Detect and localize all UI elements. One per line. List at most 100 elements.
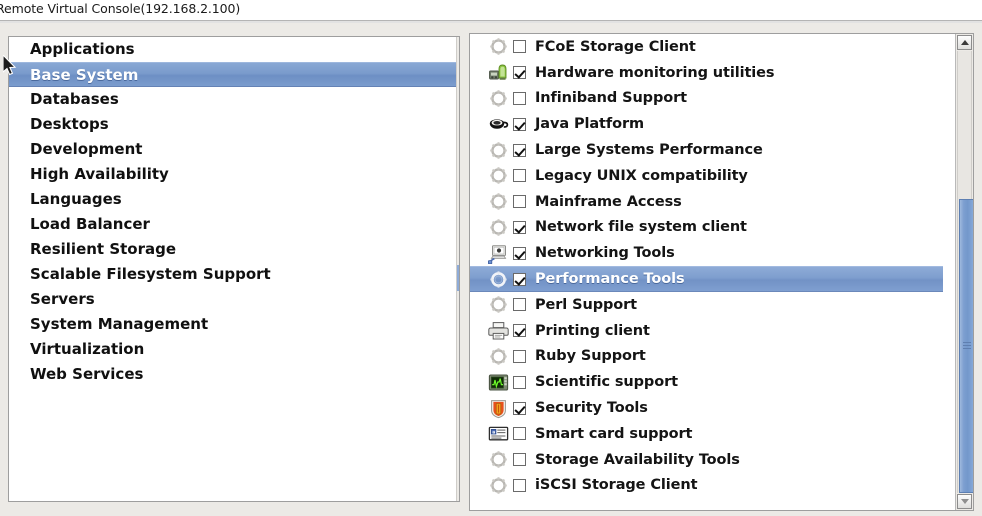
package-label: Legacy UNIX compatibility xyxy=(535,168,748,184)
package-label: Large Systems Performance xyxy=(535,142,763,158)
gear-icon xyxy=(488,449,509,470)
package-row[interactable]: Mainframe Access xyxy=(470,189,943,215)
package-scrollbar[interactable] xyxy=(955,34,973,510)
category-panel: Applications Base System Databases Desktops… xyxy=(8,36,460,502)
category-row[interactable]: Web Services xyxy=(9,362,459,387)
category-label: Web Services xyxy=(30,365,143,383)
category-row[interactable]: Servers xyxy=(9,287,459,312)
package-label: Smart card support xyxy=(535,426,692,442)
package-checkbox[interactable] xyxy=(513,195,526,208)
package-label: Storage Availability Tools xyxy=(535,452,740,468)
package-row[interactable]: a Smart card support xyxy=(470,421,943,447)
package-checkbox[interactable] xyxy=(513,479,526,492)
package-label: Networking Tools xyxy=(535,245,675,261)
printer-icon xyxy=(488,320,509,341)
gear-icon xyxy=(488,88,509,109)
window-titlebar: Remote Virtual Console(192.168.2.100) xyxy=(0,0,982,20)
category-row[interactable]: Applications xyxy=(9,37,459,62)
category-list[interactable]: Applications Base System Databases Desktops… xyxy=(9,37,459,387)
package-checkbox[interactable] xyxy=(513,324,526,337)
package-label: FCoE Storage Client xyxy=(535,39,696,55)
package-checkbox[interactable] xyxy=(513,221,526,234)
coffee-cup-icon xyxy=(488,114,509,135)
category-row[interactable]: Databases xyxy=(9,87,459,112)
package-row[interactable]: Perl Support xyxy=(470,292,943,318)
package-checkbox[interactable] xyxy=(513,118,526,131)
package-checkbox[interactable] xyxy=(513,376,526,389)
gear-icon xyxy=(488,165,509,186)
package-row[interactable]: Scientific support xyxy=(470,369,943,395)
chevron-up-icon xyxy=(961,40,969,45)
scrollbar-thumb[interactable] xyxy=(959,199,974,493)
scrollbar-track[interactable] xyxy=(957,51,972,493)
package-checkbox[interactable] xyxy=(513,144,526,157)
package-checkbox[interactable] xyxy=(513,169,526,182)
package-checkbox[interactable] xyxy=(513,402,526,415)
package-row[interactable]: Printing client xyxy=(470,318,943,344)
network-computer-icon xyxy=(488,243,509,264)
gear-light-icon xyxy=(488,269,509,290)
package-checkbox[interactable] xyxy=(513,273,526,286)
category-row[interactable]: Virtualization xyxy=(9,337,459,362)
category-scrollbar[interactable] xyxy=(456,37,459,501)
package-checkbox[interactable] xyxy=(513,92,526,105)
package-checkbox[interactable] xyxy=(513,453,526,466)
category-label: Virtualization xyxy=(30,340,144,358)
package-label: Ruby Support xyxy=(535,348,646,364)
package-row[interactable]: Hardware monitoring utilities xyxy=(470,60,943,86)
package-row[interactable]: Security Tools xyxy=(470,395,943,421)
category-label: Resilient Storage xyxy=(30,240,176,258)
package-checkbox[interactable] xyxy=(513,40,526,53)
package-row[interactable]: Networking Tools xyxy=(470,240,943,266)
category-row[interactable]: Base System xyxy=(9,62,459,87)
package-label: Performance Tools xyxy=(535,271,685,287)
category-label: High Availability xyxy=(30,165,169,183)
category-row[interactable]: Languages xyxy=(9,187,459,212)
category-label: Desktops xyxy=(30,115,109,133)
package-row[interactable]: Performance Tools xyxy=(470,266,943,292)
package-label: Security Tools xyxy=(535,400,648,416)
package-row[interactable]: Ruby Support xyxy=(470,344,943,370)
package-checkbox[interactable] xyxy=(513,298,526,311)
package-row[interactable]: Storage Availability Tools xyxy=(470,447,943,473)
shield-lock-icon xyxy=(488,398,509,419)
package-label: Perl Support xyxy=(535,297,637,313)
scrollbar-down-button[interactable] xyxy=(957,494,972,509)
gear-icon xyxy=(488,191,509,212)
category-row[interactable]: Development xyxy=(9,137,459,162)
package-row[interactable]: Large Systems Performance xyxy=(470,137,943,163)
window-title: Remote Virtual Console(192.168.2.100) xyxy=(0,1,240,16)
package-row[interactable]: iSCSI Storage Client xyxy=(470,473,943,499)
gear-icon xyxy=(488,217,509,238)
package-row[interactable]: Legacy UNIX compatibility xyxy=(470,163,943,189)
category-row[interactable]: Desktops xyxy=(9,112,459,137)
category-label: Load Balancer xyxy=(30,215,150,233)
package-row[interactable]: Infiniband Support xyxy=(470,86,943,112)
package-row[interactable]: FCoE Storage Client xyxy=(470,34,943,60)
package-checkbox[interactable] xyxy=(513,350,526,363)
category-row[interactable]: Scalable Filesystem Support xyxy=(9,262,459,287)
category-row[interactable]: Load Balancer xyxy=(9,212,459,237)
gear-icon xyxy=(488,346,509,367)
package-row[interactable]: Java Platform xyxy=(470,111,943,137)
package-checkbox[interactable] xyxy=(513,66,526,79)
gear-icon xyxy=(488,294,509,315)
category-label: Databases xyxy=(30,90,119,108)
category-row[interactable]: Resilient Storage xyxy=(9,237,459,262)
package-panel: FCoE Storage Client Hardware monitoring … xyxy=(469,33,974,511)
package-list[interactable]: FCoE Storage Client Hardware monitoring … xyxy=(470,34,943,510)
package-label: Hardware monitoring utilities xyxy=(535,65,774,81)
package-checkbox[interactable] xyxy=(513,427,526,440)
category-row[interactable]: High Availability xyxy=(9,162,459,187)
scrollbar-up-button[interactable] xyxy=(957,35,972,50)
package-label: Scientific support xyxy=(535,374,678,390)
category-row[interactable]: System Management xyxy=(9,312,459,337)
package-row[interactable]: Network file system client xyxy=(470,215,943,241)
category-label: Languages xyxy=(30,190,122,208)
svg-text:a: a xyxy=(492,431,495,436)
category-label: Base System xyxy=(30,66,138,84)
package-checkbox[interactable] xyxy=(513,247,526,260)
category-scrollbar-thumb[interactable] xyxy=(457,265,460,291)
chevron-down-icon xyxy=(961,499,969,504)
gear-icon xyxy=(488,475,509,496)
